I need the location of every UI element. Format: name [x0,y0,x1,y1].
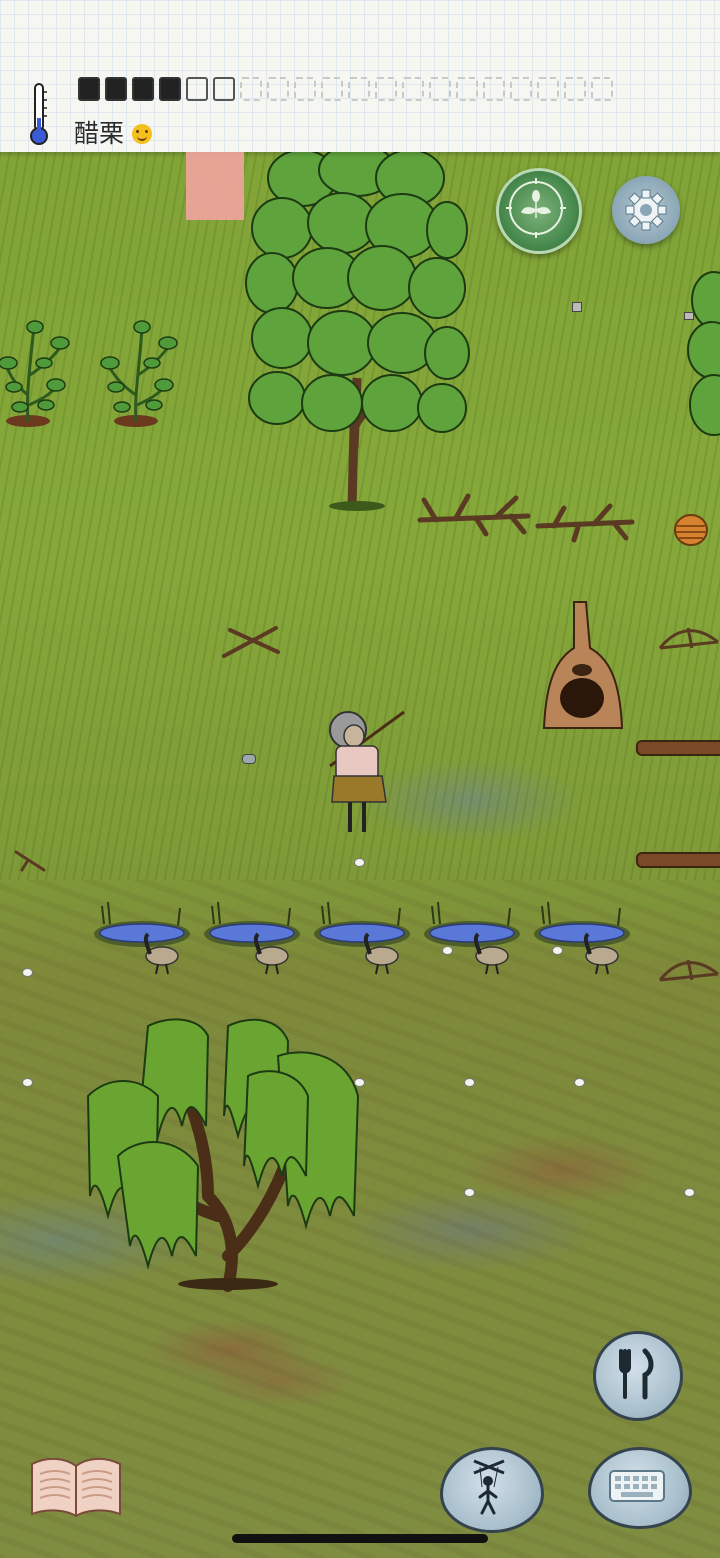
puppet-icon [473,1459,505,1515]
thermometer-icon [30,83,48,145]
food-pip [105,77,127,101]
food-label-row: 醋栗 [74,114,153,150]
willow-tree[interactable] [78,1016,364,1292]
stone-2[interactable] [684,312,694,320]
food-pip [456,77,478,101]
player-character[interactable] [320,706,412,836]
marker-dot[interactable] [354,1078,365,1087]
compass-button[interactable] [496,168,582,254]
log-2[interactable] [636,852,720,868]
marker-dot[interactable] [574,1078,585,1087]
marker-dot[interactable] [464,1078,475,1087]
gear-icon [625,189,667,231]
bow-drill-1[interactable] [658,622,720,652]
keyboard-icon [609,1470,665,1502]
compass-icon [506,178,566,238]
smiling-face-icon [132,124,153,144]
hud-top-bar: 醋栗 [0,0,720,152]
kindling-sticks[interactable] [220,622,282,660]
food-pip [348,77,370,101]
puppet-button[interactable] [440,1447,544,1533]
food-pip [402,77,424,101]
pond-with-goose-5[interactable] [528,898,634,978]
basket[interactable] [673,512,709,548]
keyboard-button[interactable] [588,1447,692,1529]
gooseberry-bush-2[interactable] [96,315,178,430]
food-pip [240,77,262,101]
stone-1[interactable] [572,302,582,312]
food-pip [591,77,613,101]
branch-2[interactable] [534,500,638,544]
food-pip [429,77,451,101]
food-meter [78,77,613,101]
stick[interactable] [14,848,48,874]
stone-3[interactable] [242,754,256,764]
food-pip [375,77,397,101]
book-icon[interactable] [28,1452,124,1522]
marker-dot[interactable] [22,1078,33,1087]
pond-with-goose-4[interactable] [418,898,524,978]
food-pip [483,77,505,101]
pond-with-goose-1[interactable] [88,898,194,978]
bow-drill-2[interactable] [658,954,720,984]
food-pip [132,77,154,101]
food-pip [321,77,343,101]
eat-button[interactable] [593,1331,683,1421]
marker-dot[interactable] [442,946,453,955]
maple-tree[interactable] [242,148,472,513]
marker-dot[interactable] [552,946,563,955]
settings-button[interactable] [612,176,680,244]
food-pip [78,77,100,101]
marker-dot[interactable] [22,968,33,977]
gooseberry-bush-1[interactable] [0,315,70,430]
food-pip [537,77,559,101]
home-indicator[interactable] [232,1534,488,1543]
food-pip [564,77,586,101]
food-pip [213,77,235,101]
maple-tree-partial[interactable] [684,270,720,445]
fork-knife-icon [619,1348,654,1400]
food-name: 醋栗 [74,119,125,148]
food-pip [510,77,532,101]
marker-dot[interactable] [464,1188,475,1197]
food-pip [294,77,316,101]
branch-1[interactable] [416,490,534,542]
pond-with-goose-3[interactable] [308,898,414,978]
food-pip [267,77,289,101]
marker-dot[interactable] [354,858,365,867]
log-1[interactable] [636,740,720,756]
food-pip [186,77,208,101]
marker-dot[interactable] [684,1188,695,1197]
note-tab[interactable] [186,152,244,220]
adobe-kiln[interactable] [538,598,628,734]
pond-with-goose-2[interactable] [198,898,304,978]
food-pip [159,77,181,101]
